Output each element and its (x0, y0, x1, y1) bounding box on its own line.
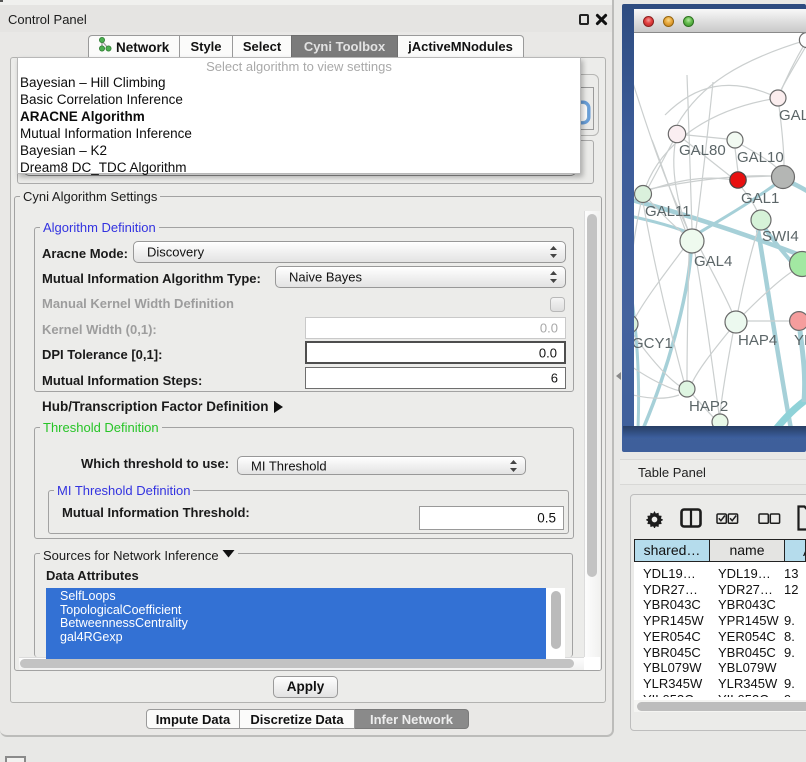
svg-text:GCY1: GCY1 (634, 335, 673, 352)
svg-text:HAP4: HAP4 (738, 332, 777, 349)
svg-text:SWI4: SWI4 (762, 228, 799, 245)
svg-text:HAP2: HAP2 (689, 398, 728, 415)
svg-text:GAL7: GAL7 (779, 107, 806, 124)
svg-text:GAL4: GAL4 (694, 253, 732, 270)
svg-text:GAL1: GAL1 (741, 190, 779, 207)
svg-text:GAL80: GAL80 (679, 142, 726, 159)
svg-text:YB: YB (794, 332, 806, 349)
svg-text:GAL10: GAL10 (737, 149, 784, 166)
svg-text:GAL11: GAL11 (645, 203, 691, 220)
